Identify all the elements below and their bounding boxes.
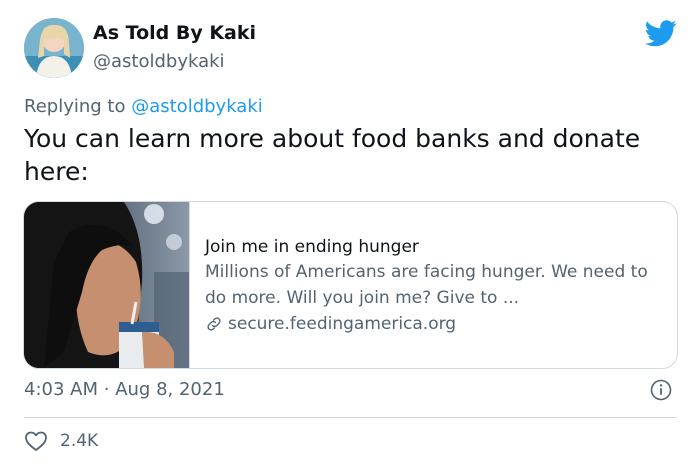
info-icon[interactable] — [650, 379, 672, 401]
replying-to: Replying to @astoldbykaki — [24, 96, 263, 117]
heart-icon[interactable] — [24, 430, 48, 452]
tweet-date[interactable]: Aug 8, 2021 — [115, 379, 225, 400]
card-body[interactable]: Join me in ending hunger Millions of Ame… — [205, 235, 665, 337]
avatar-image — [24, 18, 84, 78]
twitter-bird-icon[interactable] — [644, 20, 677, 47]
avatar[interactable] — [24, 18, 84, 78]
tweet-time[interactable]: 4:03 AM — [24, 379, 98, 400]
replying-to-label: Replying to — [24, 96, 126, 117]
author-name[interactable]: As Told By Kaki — [93, 22, 256, 44]
like-count: 2.4K — [60, 431, 99, 451]
link-icon — [207, 317, 221, 331]
link-card[interactable]: Join me in ending hunger Millions of Ame… — [23, 201, 678, 369]
card-title[interactable]: Join me in ending hunger — [205, 235, 665, 259]
card-description: Millions of Americans are facing hunger.… — [205, 262, 648, 308]
divider — [24, 417, 677, 418]
reply-mention-link[interactable]: @astoldbykaki — [131, 96, 263, 117]
tweet-timestamp[interactable]: 4:03 AM · Aug 8, 2021 — [24, 379, 225, 400]
card-image[interactable] — [24, 202, 190, 368]
author-handle[interactable]: @astoldbykaki — [93, 51, 225, 72]
like-button[interactable]: 2.4K — [24, 430, 98, 452]
card-link[interactable]: secure.feedingamerica.org — [205, 311, 665, 337]
tweet-text: You can learn more about food banks and … — [24, 124, 641, 186]
meta-separator: · — [103, 379, 110, 400]
card-domain[interactable]: secure.feedingamerica.org — [228, 311, 456, 337]
